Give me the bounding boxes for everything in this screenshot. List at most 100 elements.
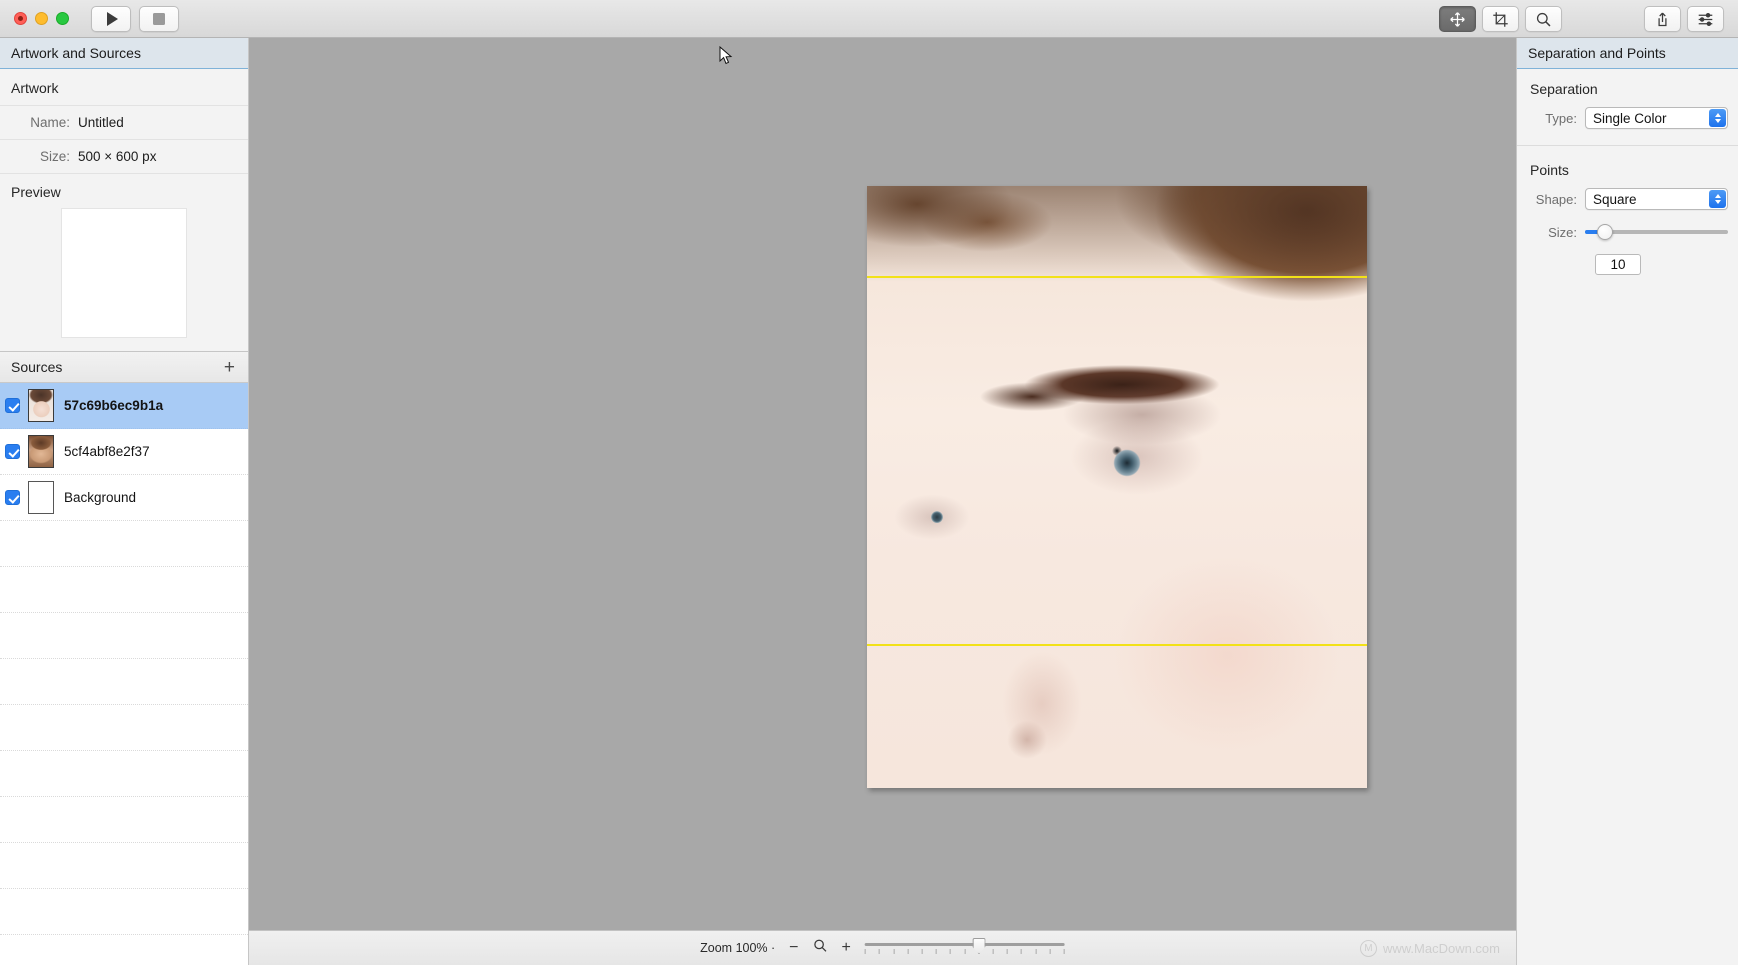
transport-controls bbox=[91, 5, 179, 32]
app-window: Artwork and Sources Artwork Name: Untitl… bbox=[0, 0, 1738, 965]
inspector-header: Separation and Points bbox=[1517, 38, 1738, 69]
source-name: 57c69b6ec9b1a bbox=[64, 398, 164, 413]
stop-button[interactable] bbox=[139, 5, 179, 32]
list-item-empty bbox=[0, 889, 248, 935]
preview-section-title: Preview bbox=[11, 184, 61, 200]
bottom-bar: Zoom 100% · − + M www.MacDown.com bbox=[249, 930, 1516, 965]
artwork-name-label: Name: bbox=[30, 115, 70, 130]
points-shape-label: Shape: bbox=[1535, 191, 1577, 207]
chevron-updown-icon bbox=[1709, 109, 1726, 127]
source-checkbox[interactable] bbox=[5, 398, 20, 413]
close-button[interactable] bbox=[14, 12, 27, 25]
zoom-tool-button[interactable] bbox=[1525, 6, 1562, 32]
left-sidebar: Artwork and Sources Artwork Name: Untitl… bbox=[0, 38, 249, 965]
separation-type-row: Type: Single Color bbox=[1517, 107, 1738, 143]
list-item-empty bbox=[0, 567, 248, 613]
sources-list[interactable]: 57c69b6ec9b1a 5cf4abf8e2f37 Background bbox=[0, 383, 248, 965]
artwork-section-title: Artwork bbox=[0, 69, 248, 105]
artwork-section: Artwork Name: Untitled Size: 500 × 600 p… bbox=[0, 69, 248, 173]
points-section: Points Shape: Square Size: 10 bbox=[1517, 150, 1738, 275]
preview-thumbnail bbox=[61, 208, 187, 338]
sliders-icon bbox=[1698, 12, 1713, 26]
source-thumbnail bbox=[28, 435, 54, 468]
tool-segment bbox=[1439, 6, 1562, 32]
artwork-size-label: Size: bbox=[39, 149, 70, 164]
points-shape-value: Square bbox=[1593, 191, 1637, 207]
main-body: Artwork and Sources Artwork Name: Untitl… bbox=[0, 38, 1738, 965]
artwork-size-value: 500 × 600 px bbox=[78, 149, 157, 164]
guide-line-top[interactable] bbox=[867, 276, 1367, 279]
source-name: 5cf4abf8e2f37 bbox=[64, 444, 150, 459]
toolbar-right bbox=[1439, 0, 1738, 38]
source-thumbnail bbox=[28, 389, 54, 422]
artwork-size-row: Size: 500 × 600 px bbox=[0, 139, 248, 173]
move-icon bbox=[1450, 11, 1465, 27]
list-item-empty bbox=[0, 705, 248, 751]
zoom-slider-track bbox=[864, 943, 1065, 946]
sidebar-header: Artwork and Sources bbox=[0, 38, 248, 69]
share-button[interactable] bbox=[1644, 6, 1681, 32]
share-icon bbox=[1658, 12, 1667, 26]
points-section-title: Points bbox=[1530, 162, 1569, 178]
separation-type-value: Single Color bbox=[1593, 110, 1667, 126]
canvas-area[interactable] bbox=[249, 38, 1516, 930]
crop-icon bbox=[1493, 11, 1508, 27]
points-size-row: Size: bbox=[1517, 224, 1738, 254]
chevron-updown-icon bbox=[1709, 190, 1726, 208]
zoom-level-label: Zoom 100% · bbox=[700, 941, 776, 955]
list-item-empty bbox=[0, 751, 248, 797]
points-size-input[interactable]: 10 bbox=[1595, 254, 1641, 275]
points-shape-select[interactable]: Square bbox=[1585, 188, 1728, 210]
source-name: Background bbox=[64, 490, 137, 505]
titlebar bbox=[0, 0, 1738, 38]
artwork-name-row: Name: Untitled bbox=[0, 105, 248, 139]
preview-section: Preview bbox=[0, 173, 248, 351]
list-item-empty bbox=[0, 613, 248, 659]
move-tool-button[interactable] bbox=[1439, 6, 1476, 32]
zoom-slider-ticks bbox=[864, 949, 1065, 954]
artwork-name-value[interactable]: Untitled bbox=[78, 115, 124, 130]
zoom-controls: Zoom 100% · − + bbox=[700, 938, 1065, 958]
points-shape-row: Shape: Square bbox=[1517, 188, 1738, 224]
separation-type-select[interactable]: Single Color bbox=[1585, 107, 1728, 129]
crop-tool-button[interactable] bbox=[1482, 6, 1519, 32]
inspector-divider bbox=[1517, 145, 1738, 146]
play-button[interactable] bbox=[91, 5, 131, 32]
watermark: M www.MacDown.com bbox=[1359, 939, 1500, 957]
points-size-slider[interactable] bbox=[1585, 224, 1728, 240]
list-item-empty bbox=[0, 797, 248, 843]
center-column: Zoom 100% · − + M www.MacDown.com bbox=[249, 38, 1516, 965]
list-item-empty bbox=[0, 843, 248, 889]
zoom-out-button[interactable]: − bbox=[789, 940, 798, 956]
list-item[interactable]: 5cf4abf8e2f37 bbox=[0, 429, 248, 475]
size-slider-thumb[interactable] bbox=[1597, 224, 1614, 240]
artboard[interactable] bbox=[867, 186, 1367, 788]
separation-type-label: Type: bbox=[1545, 110, 1577, 126]
minimize-button[interactable] bbox=[35, 12, 48, 25]
zoom-in-button[interactable]: + bbox=[842, 940, 851, 956]
macdown-logo-icon: M bbox=[1359, 939, 1377, 957]
points-size-label: Size: bbox=[1548, 224, 1577, 240]
list-item-empty bbox=[0, 521, 248, 567]
list-item[interactable]: 57c69b6ec9b1a bbox=[0, 383, 248, 429]
sources-header-label: Sources bbox=[11, 359, 63, 375]
settings-button[interactable] bbox=[1687, 6, 1724, 32]
list-item[interactable]: Background bbox=[0, 475, 248, 521]
zoom-slider[interactable] bbox=[864, 938, 1065, 957]
right-inspector: Separation and Points Separation Type: S… bbox=[1516, 38, 1738, 965]
source-checkbox[interactable] bbox=[5, 444, 20, 459]
list-item-empty bbox=[0, 659, 248, 705]
mouse-cursor bbox=[719, 46, 733, 65]
maximize-button[interactable] bbox=[56, 12, 69, 25]
guide-line-bottom[interactable] bbox=[867, 643, 1367, 646]
zoom-magnifier-icon[interactable] bbox=[813, 938, 828, 958]
play-icon bbox=[107, 11, 118, 26]
action-segment bbox=[1644, 6, 1724, 32]
source-thumbnail bbox=[28, 481, 54, 514]
separation-section-title: Separation bbox=[1530, 81, 1598, 97]
window-controls bbox=[0, 12, 69, 25]
add-source-button[interactable]: + bbox=[224, 358, 235, 377]
source-checkbox[interactable] bbox=[5, 490, 20, 505]
watermark-text: www.MacDown.com bbox=[1382, 940, 1500, 956]
sources-header: Sources + bbox=[0, 351, 248, 383]
